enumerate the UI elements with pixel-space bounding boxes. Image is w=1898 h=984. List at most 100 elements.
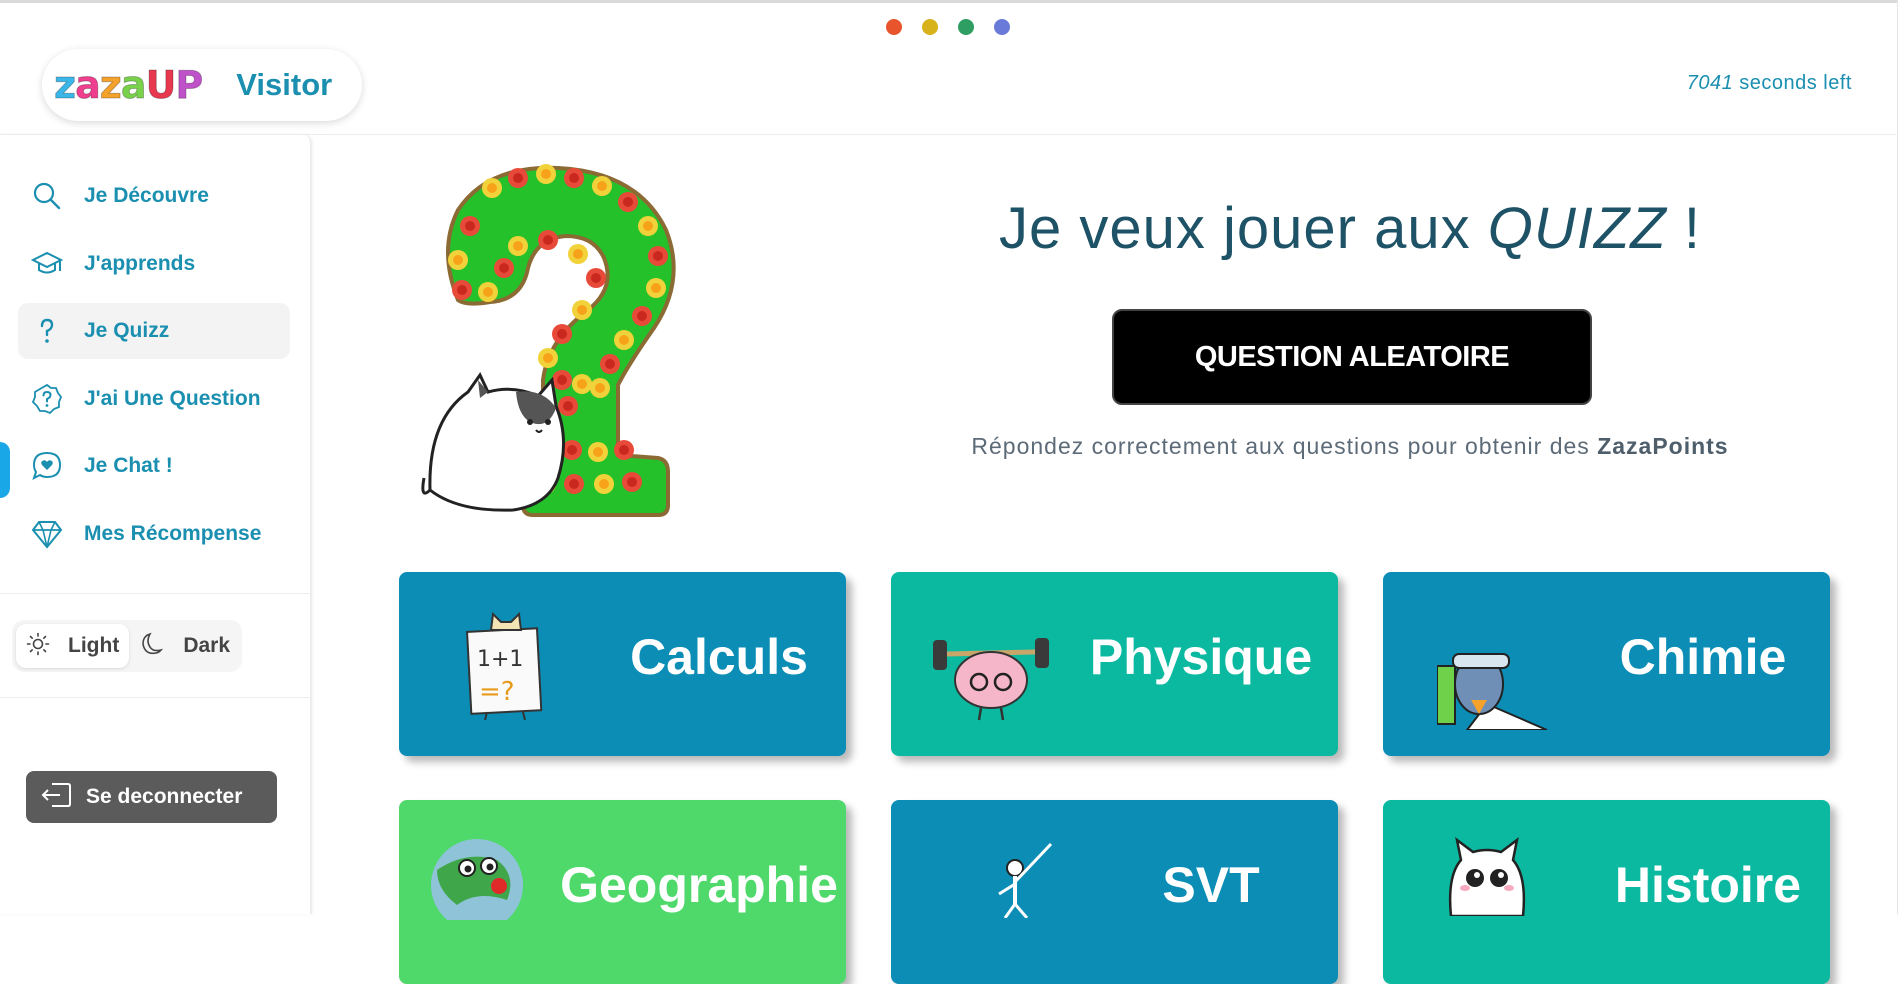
diamond-icon: [30, 517, 64, 551]
logout-button[interactable]: Se deconnecter: [26, 771, 277, 823]
light-bulb-core: [593, 447, 603, 457]
sidebar-item-recompense[interactable]: Mes Récompense: [18, 506, 290, 562]
light-bulb-core: [499, 263, 509, 273]
light-bulb-core: [627, 477, 637, 487]
zazaup-logo[interactable]: zazaUP: [53, 63, 204, 108]
light-bulb-core: [543, 353, 553, 363]
logo-letter: a: [120, 63, 147, 108]
light-bulb-core: [453, 255, 463, 265]
light-bulb-core: [653, 251, 663, 261]
theme-dark-option[interactable]: Dark: [129, 624, 240, 668]
window-dot: [886, 19, 902, 35]
sidebar-item-label: Mes Récompense: [84, 521, 262, 545]
theme-dark-label: Dark: [183, 634, 231, 657]
window-dot: [922, 19, 938, 35]
category-card-chimie[interactable]: Chimie: [1383, 572, 1830, 756]
category-title: Geographie: [560, 857, 838, 913]
theme-light-option[interactable]: Light: [16, 624, 130, 668]
moon-icon: [139, 631, 165, 662]
sidebar-divider: [0, 697, 310, 698]
category-card-calculs[interactable]: 1+1 =? Calculs: [399, 572, 846, 756]
logout-label: Se deconnecter: [86, 785, 243, 808]
light-bulb-core: [573, 249, 583, 259]
title-prefix: Je veux jouer aux: [999, 196, 1488, 261]
svg-text:1+1: 1+1: [477, 647, 523, 672]
category-title: Histoire: [1614, 857, 1802, 913]
light-bulb-core: [487, 183, 497, 193]
sidebar-item-question[interactable]: J'ai Une Question: [18, 371, 290, 427]
light-bulb-core: [513, 173, 523, 183]
light-bulb-core: [483, 287, 493, 297]
logo-letter: a: [75, 63, 102, 108]
logo-letter: P: [175, 63, 204, 108]
quiz-illustration: [418, 160, 748, 520]
light-bulb-core: [577, 305, 587, 315]
category-card-geographie[interactable]: Geographie: [399, 800, 846, 984]
category-title: Calculs: [630, 629, 808, 685]
light-bulb-core: [597, 181, 607, 191]
light-bulb-core: [541, 169, 551, 179]
timer-value: 7041: [1686, 72, 1734, 94]
timer-suffix: seconds left: [1733, 72, 1852, 94]
sidebar-item-quizz[interactable]: Je Quizz: [18, 303, 290, 359]
window-dot: [958, 19, 974, 35]
active-nav-marker: [0, 442, 10, 498]
theme-light-label: Light: [68, 634, 120, 657]
math-cat-sign-illustration: 1+1 =?: [465, 608, 545, 725]
logo-letter: z: [99, 63, 122, 108]
logo-letter: z: [53, 63, 76, 108]
sidebar-item-apprends[interactable]: J'apprends: [18, 236, 290, 292]
sidebar-item-label: Je Quizz: [84, 319, 170, 342]
brain-weights-illustration: [929, 632, 1053, 729]
sidebar-item-label: Je Chat !: [84, 454, 173, 477]
chat-heart-icon: [30, 449, 64, 483]
globe-illustration: [427, 830, 527, 931]
sidebar-item-decouvre[interactable]: Je Découvre: [18, 168, 290, 224]
light-bulb-core: [605, 359, 615, 369]
sidebar-nav: Je Découvre J'apprends Je Quizz J'ai Une…: [18, 168, 290, 573]
sidebar-item-label: J'ai Une Question: [84, 386, 261, 410]
window-dots: [886, 19, 1010, 35]
svg-text:=?: =?: [479, 677, 515, 707]
light-bulb-core: [599, 479, 609, 489]
category-title: Chimie: [1619, 629, 1787, 685]
sidebar-item-chat[interactable]: Je Chat !: [18, 438, 290, 494]
light-bulb-core: [619, 445, 629, 455]
category-card-physique[interactable]: Physique: [891, 572, 1338, 756]
cat-historian-illustration: [1437, 836, 1537, 921]
skeleton-illustration: [991, 838, 1061, 923]
title-suffix: !: [1666, 196, 1701, 261]
light-bulb-core: [569, 173, 579, 183]
light-bulb-core: [595, 383, 605, 393]
sun-icon: [26, 632, 50, 661]
random-question-button[interactable]: QUESTION ALEATOIRE: [1112, 309, 1592, 405]
light-bulb-core: [465, 221, 475, 231]
light-bulb-core: [569, 479, 579, 489]
light-bulb-core: [557, 329, 567, 339]
title-emphasis: QUIZZ: [1487, 196, 1667, 261]
light-bulb-core: [619, 335, 629, 345]
sidebar: Je Découvre J'apprends Je Quizz J'ai Une…: [0, 134, 312, 914]
light-bulb-core: [457, 285, 467, 295]
light-bulb-core: [557, 375, 567, 385]
sidebar-item-label: Je Découvre: [84, 184, 209, 207]
category-card-histoire[interactable]: Histoire: [1383, 800, 1830, 984]
light-bulb-core: [591, 273, 601, 283]
category-card-svt[interactable]: SVT: [891, 800, 1338, 984]
light-bulb-core: [643, 221, 653, 231]
light-bulb-core: [567, 445, 577, 455]
search-icon: [30, 179, 64, 213]
light-bulb-core: [637, 311, 647, 321]
question-badge-icon: [30, 382, 64, 416]
question-mark-icon: [30, 314, 64, 348]
sidebar-item-label: J'apprends: [84, 251, 196, 275]
page-subtitle: Répondez correctement aux questions pour…: [900, 433, 1800, 460]
page-title: Je veux jouer aux QUIZZ !: [900, 195, 1800, 262]
light-bulb-core: [513, 241, 523, 251]
light-bulb-core: [623, 197, 633, 207]
session-timer: 7041 seconds left: [1687, 72, 1852, 95]
graduation-cap-icon: [30, 247, 64, 281]
chemist-bird-illustration: [1436, 644, 1549, 735]
logout-icon: [40, 781, 72, 814]
brand-pill[interactable]: zazaUP Visitor: [42, 49, 362, 121]
